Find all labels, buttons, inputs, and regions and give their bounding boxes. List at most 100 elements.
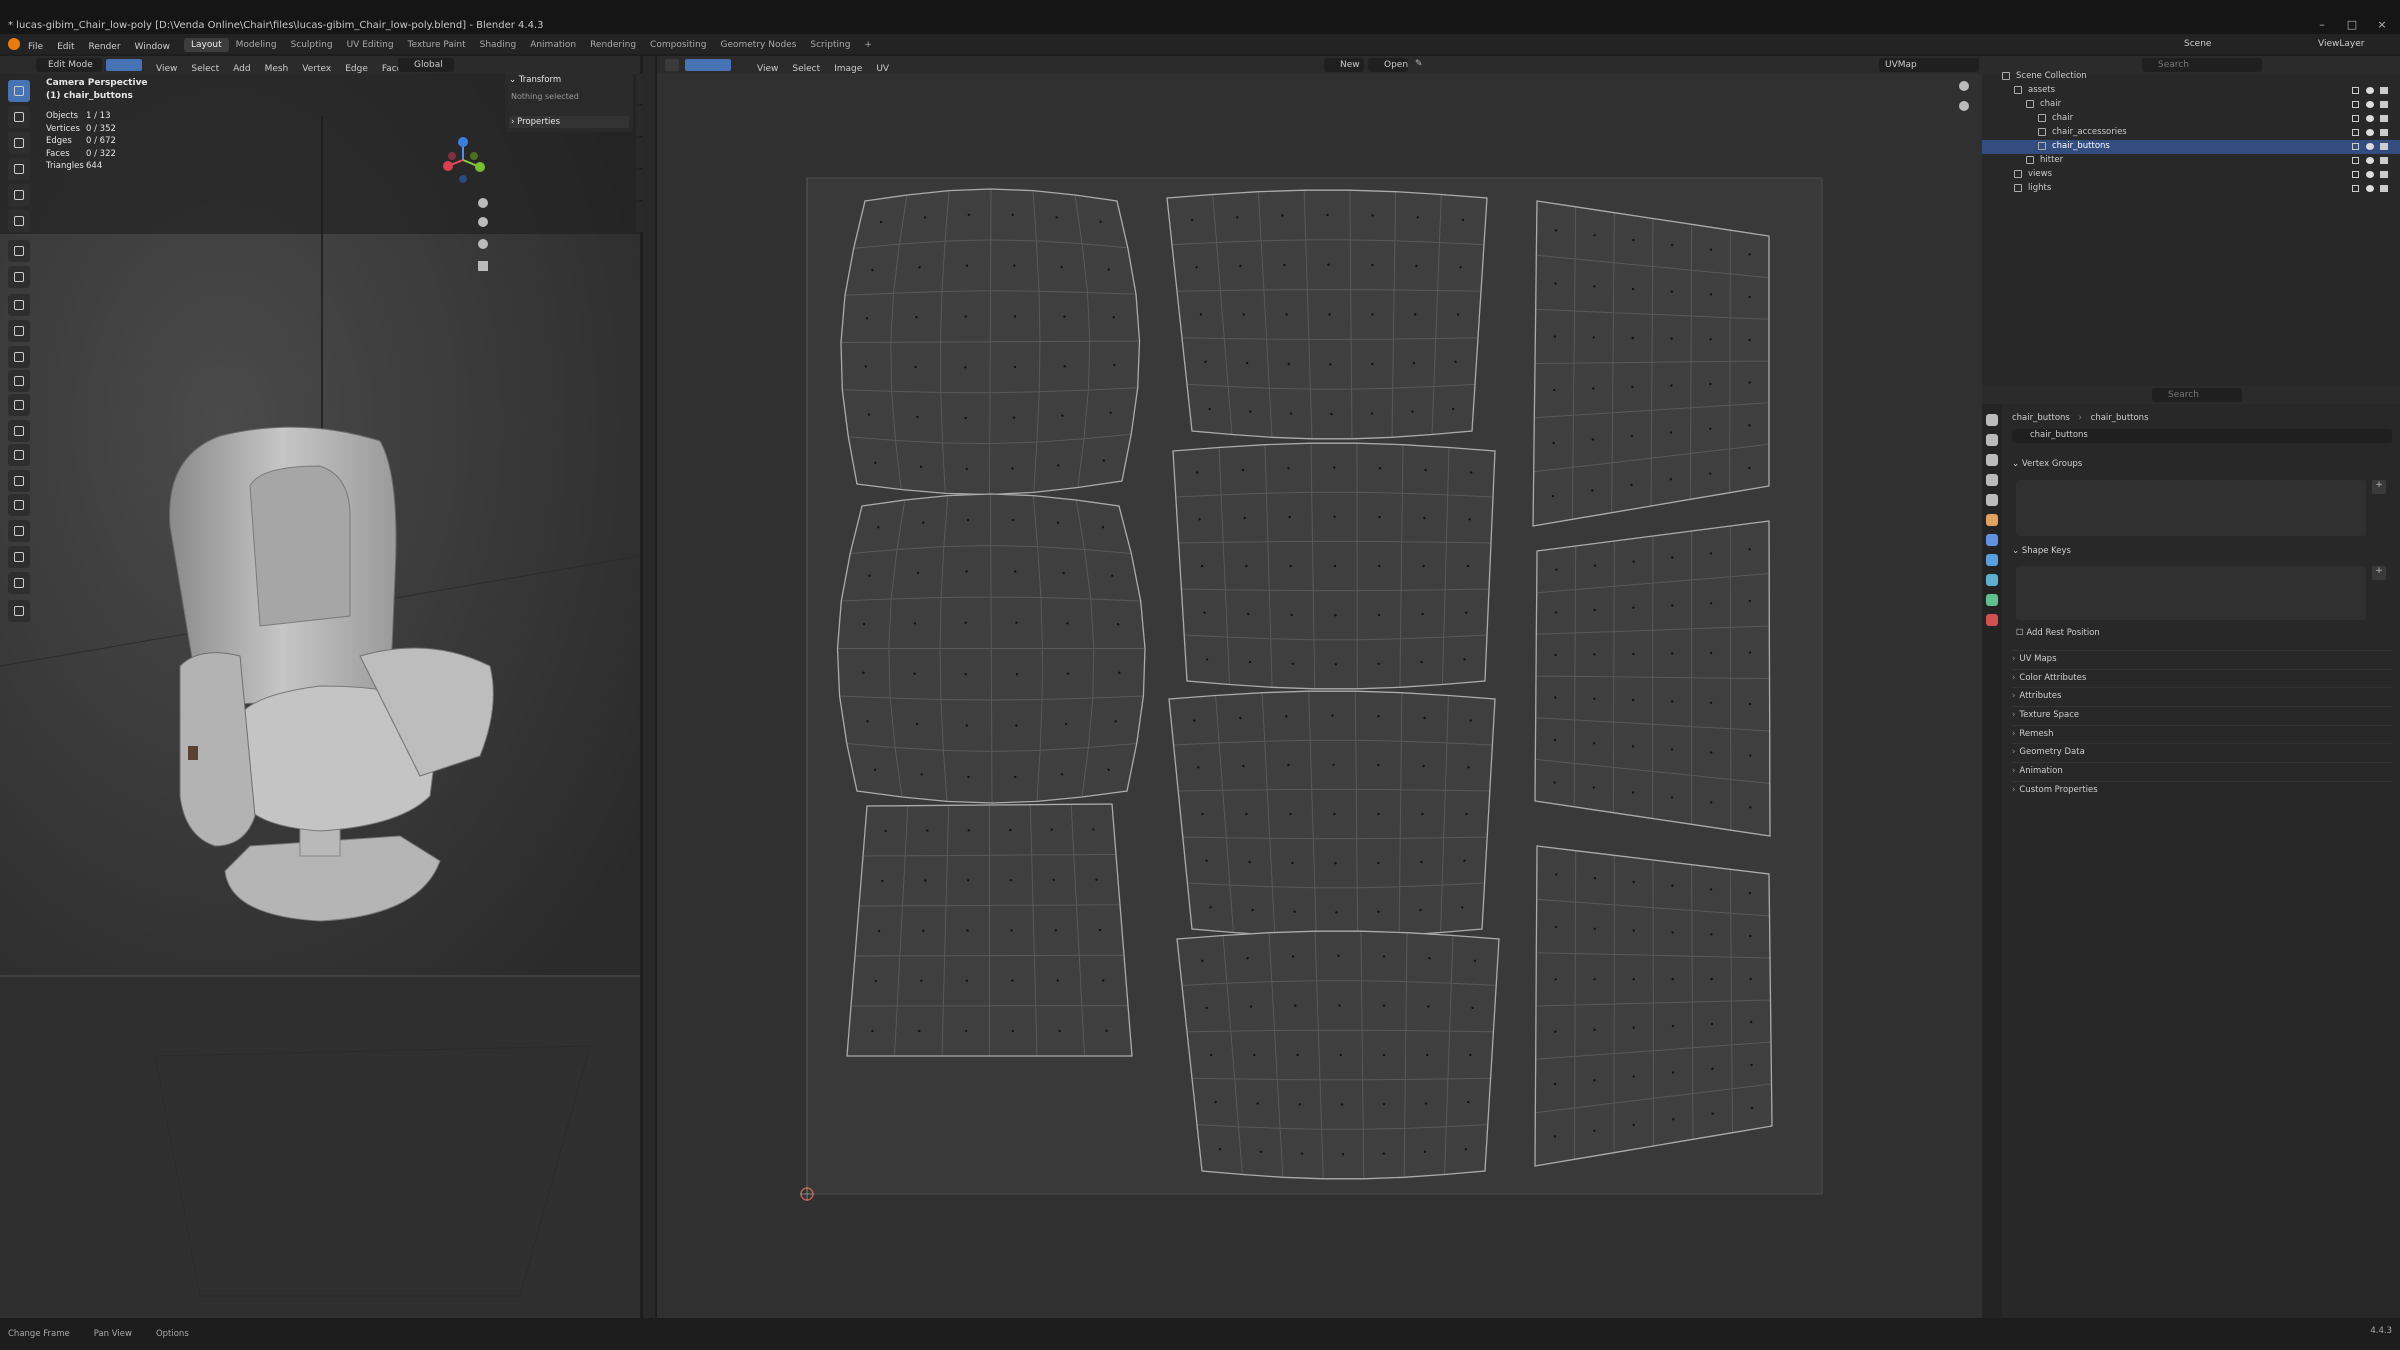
pan-hand-icon[interactable] [478, 217, 488, 227]
visibility-eye-icon[interactable] [2366, 157, 2374, 164]
outliner-item[interactable]: chair_accessories [1982, 126, 2400, 140]
outliner-item[interactable]: assets [1982, 84, 2400, 98]
viewport-menu-edge[interactable]: Edge [345, 64, 368, 74]
render-tab-icon[interactable] [1986, 434, 1998, 446]
outliner-item[interactable]: lights [1982, 182, 2400, 196]
viewport-menu-mesh[interactable]: Mesh [265, 64, 289, 74]
add-rest-position-checkbox[interactable]: ☐ Add Rest Position [2016, 628, 2100, 638]
uv-zoom-icon[interactable] [1959, 81, 1969, 91]
uv-snapping-tools[interactable] [1204, 59, 1264, 71]
mesh-data-name-field[interactable]: chair_buttons [2012, 429, 2392, 443]
uv-island-arm-2[interactable] [1534, 520, 1771, 837]
scene-tab-icon[interactable] [1986, 494, 1998, 506]
tool-tab-icon[interactable] [1986, 414, 1998, 426]
outliner-item[interactable]: views [1982, 168, 2400, 182]
uvmap-selector[interactable]: UVMap [1879, 58, 1979, 72]
collapsed-panel-texture-space[interactable]: › Texture Space [2012, 706, 2392, 725]
outliner-item[interactable]: chair_buttons [1982, 140, 2400, 154]
breadcrumb-mesh[interactable]: chair_buttons [2091, 413, 2149, 423]
menu-edit[interactable]: Edit [57, 42, 74, 52]
render-camera-icon[interactable] [2380, 143, 2388, 150]
uv-island-seat-bottom[interactable] [846, 803, 1133, 1057]
uv-island-back-2[interactable] [1172, 442, 1496, 690]
uv-island-back-3[interactable] [1168, 690, 1496, 938]
output-tab-icon[interactable] [1986, 454, 1998, 466]
mode-dropdown[interactable]: Edit Mode [36, 58, 102, 72]
outliner-item[interactable]: hitter [1982, 154, 2400, 168]
workspace-tab-shading[interactable]: Shading [473, 38, 524, 52]
collapsed-panel-animation[interactable]: › Animation [2012, 762, 2392, 781]
uv-menu-uv[interactable]: UV [876, 64, 889, 74]
viewport-menu-view[interactable]: View [156, 64, 177, 74]
add-shape-key-button[interactable]: + [2372, 566, 2386, 580]
inset-icon[interactable] [8, 346, 30, 368]
add-vertex-group-button[interactable]: + [2372, 480, 2386, 494]
workspace-tab--[interactable]: + [857, 38, 879, 52]
maximize-button[interactable]: □ [2340, 18, 2364, 32]
workspace-tab-rendering[interactable]: Rendering [583, 38, 643, 52]
shear-icon[interactable] [8, 572, 30, 594]
extrude-icon[interactable] [8, 320, 30, 342]
workspace-tab-layout[interactable]: Layout [184, 38, 229, 52]
data-tab-icon[interactable] [1986, 594, 1998, 606]
vertex-groups-header[interactable]: ⌄ Vertex Groups [2012, 459, 2082, 469]
spin-icon[interactable] [8, 470, 30, 492]
loop-cut-icon[interactable] [8, 394, 30, 416]
rotate-icon[interactable] [8, 158, 30, 180]
collapsed-panel-attributes[interactable]: › Attributes [2012, 687, 2392, 706]
uv-island-back-1[interactable] [1166, 189, 1488, 440]
visibility-eye-icon[interactable] [2366, 101, 2374, 108]
viewlayer-selector[interactable]: ViewLayer [2290, 37, 2380, 51]
render-camera-icon[interactable] [2380, 101, 2388, 108]
pin-icon[interactable]: ✎ [1415, 59, 1425, 71]
exclude-checkbox[interactable] [2352, 143, 2359, 150]
camera-view-icon[interactable] [478, 239, 488, 249]
render-camera-icon[interactable] [2380, 87, 2388, 94]
scene-selector[interactable]: Scene [2160, 37, 2240, 51]
uv-menu-image[interactable]: Image [834, 64, 862, 74]
area-divider[interactable] [643, 56, 655, 1318]
menu-render[interactable]: Render [89, 42, 121, 52]
zoom-icon[interactable] [478, 198, 488, 208]
move-icon[interactable] [8, 132, 30, 154]
measure-icon[interactable] [8, 266, 30, 288]
uv-pan-icon[interactable] [1959, 101, 1969, 111]
new-image-button[interactable]: New [1324, 58, 1364, 72]
poly-build-icon[interactable] [8, 444, 30, 466]
properties-editor[interactable]: Search chair_buttons › chair_buttons cha… [1982, 386, 2400, 1318]
viewport-menu-add[interactable]: Add [233, 64, 250, 74]
menu-window[interactable]: Window [135, 42, 171, 52]
uv-island-arm-1[interactable] [1532, 200, 1770, 527]
particles-tab-icon[interactable] [1986, 554, 1998, 566]
workspace-tab-compositing[interactable]: Compositing [643, 38, 713, 52]
uv-island-seat-middle[interactable] [836, 493, 1146, 804]
shape-keys-list[interactable] [2016, 566, 2366, 620]
material-tab-icon[interactable] [1986, 614, 1998, 626]
editor-type-icon[interactable] [665, 59, 679, 71]
uv-island-back-4[interactable] [1176, 930, 1500, 1180]
workspace-tab-sculpting[interactable]: Sculpting [284, 38, 340, 52]
uv-menu-select[interactable]: Select [792, 64, 820, 74]
outliner-item[interactable]: chair [1982, 98, 2400, 112]
annotate-icon[interactable] [8, 240, 30, 262]
breadcrumb-object[interactable]: chair_buttons [2012, 413, 2070, 423]
outliner-item[interactable]: chair [1982, 112, 2400, 126]
render-camera-icon[interactable] [2380, 171, 2388, 178]
scale-icon[interactable] [8, 184, 30, 206]
exclude-checkbox[interactable] [2352, 101, 2359, 108]
render-camera-icon[interactable] [2380, 115, 2388, 122]
select-box-icon[interactable] [8, 80, 30, 102]
shape-keys-header[interactable]: ⌄ Shape Keys [2012, 546, 2071, 556]
exclude-checkbox[interactable] [2352, 115, 2359, 122]
exclude-checkbox[interactable] [2352, 171, 2359, 178]
minimize-button[interactable]: – [2310, 18, 2334, 32]
uv-canvas[interactable] [657, 56, 1982, 1318]
visibility-eye-icon[interactable] [2366, 171, 2374, 178]
smooth-icon[interactable] [8, 494, 30, 516]
properties-search[interactable]: Search [2152, 388, 2242, 402]
outliner-item[interactable]: Scene Collection [1982, 70, 2400, 84]
workspace-tab-texture-paint[interactable]: Texture Paint [401, 38, 473, 52]
exclude-checkbox[interactable] [2352, 185, 2359, 192]
object-tab-icon[interactable] [1986, 514, 1998, 526]
uv-select-mode-buttons[interactable] [685, 59, 731, 71]
